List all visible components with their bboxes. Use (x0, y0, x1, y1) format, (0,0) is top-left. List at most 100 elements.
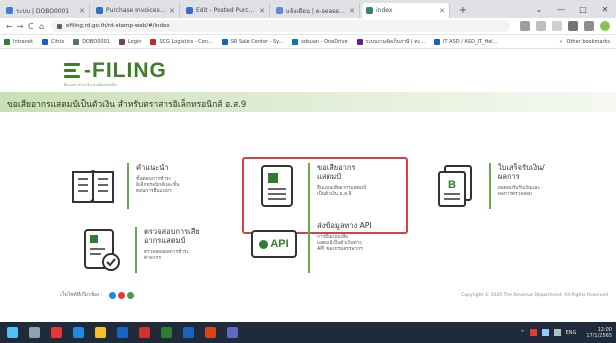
bookmark-icon (292, 38, 299, 45)
star-icon[interactable] (551, 21, 562, 31)
search-icon[interactable] (29, 327, 40, 338)
bookmark-item[interactable]: SCG Logistics - Cen... (150, 38, 213, 45)
browser-tab[interactable]: แจ้งเตือน | e-seaservice - ThaiS✕ (272, 3, 360, 18)
menu-text: ตรวจสอบการเสีย อากรแสตมป์ ตรวจสอบผลการชำ… (144, 227, 200, 273)
teams-icon[interactable] (227, 327, 238, 338)
address-bar: ← → C ⌂ efiling.rd.go.th/rd-stamp-web/#/… (0, 18, 616, 35)
browser-tab[interactable]: Edit - Posted Purchase Invo✕ (182, 3, 270, 18)
menu-title: ขอเสียอากร แสตมป์ (317, 163, 356, 181)
taskview-icon[interactable] (73, 327, 84, 338)
tab-close-icon[interactable]: ✕ (439, 7, 445, 15)
powerpoint-icon[interactable] (205, 327, 216, 338)
reload-button[interactable]: C (25, 22, 36, 31)
explorer-icon[interactable] (95, 327, 106, 338)
lock-icon[interactable] (56, 23, 62, 29)
language-indicator[interactable]: ENG (566, 330, 577, 336)
clipboard-check-icon (78, 227, 124, 273)
related-site-logo-icon[interactable] (126, 291, 134, 299)
menu-title: ใบเสร็จรับเงิน/ ผลการ (498, 163, 545, 181)
download-icon[interactable] (567, 21, 578, 31)
menu-title: ส่งข้อมูลทาง API (317, 221, 372, 230)
bookmark-label: SR Sale Center - Sy... (230, 38, 284, 45)
logo-text: -FILING (84, 59, 167, 82)
start-icon[interactable] (7, 327, 18, 338)
excel-icon[interactable] (161, 327, 172, 338)
bookmark-icon (118, 38, 125, 45)
svg-text:B: B (448, 179, 456, 191)
bookmark-icon (4, 38, 10, 45)
menu-item-api[interactable]: API ส่งข้อมูลทาง API การยื่นแบบเสีย แสตม… (248, 221, 371, 273)
minimize-button[interactable]: — (550, 0, 572, 18)
maximize-button[interactable]: □ (572, 0, 594, 18)
clock[interactable]: 12:00 17/1/2565 (581, 327, 612, 339)
home-button[interactable]: ⌂ (36, 22, 47, 31)
outlook-icon[interactable] (117, 327, 128, 338)
divider (308, 163, 310, 221)
translate-icon[interactable] (519, 21, 530, 31)
tab-close-icon[interactable]: ✕ (79, 7, 85, 15)
other-bookmarks[interactable]: Other bookmarks (567, 39, 610, 45)
tab-close-icon[interactable]: ✕ (349, 7, 355, 15)
receipt-icon: B (432, 163, 478, 209)
tray-app-icon[interactable] (529, 329, 537, 336)
menu-item-check-stamp-duty[interactable]: ตรวจสอบการเสีย อากรแสตมป์ ตรวจสอบผลการชำ… (78, 227, 200, 273)
forward-button[interactable]: → (15, 22, 26, 31)
bookmark-item[interactable]: Login (118, 38, 142, 45)
url-input[interactable]: efiling.rd.go.th/rd-stamp-web/#/index (50, 20, 510, 32)
tab-strip: ระบบ | DOBO0001✕Purchase Invoices - Dyna… (0, 0, 616, 18)
bookmark-label: Intranet (13, 38, 33, 45)
bookmark-item[interactable]: Intranet (4, 38, 33, 45)
page-title: ขอเสียอากรแสตมป์เป็นตัวเงิน สำหรับตราสาร… (7, 100, 247, 110)
bookmark-label: ระบบงานจัดเก็บภาษี | ทะ... (365, 38, 426, 45)
bookmark-item[interactable]: Citrix (41, 38, 64, 45)
bookmark-item[interactable]: IT ASD / ASD_IT_Hel... (434, 38, 498, 45)
tab-close-icon[interactable]: ✕ (169, 7, 175, 15)
menu-item-guide[interactable]: คำแนะนำ ขั้นตอนการชำระ อิเล็กทรอนิกส์และ… (70, 163, 179, 209)
browser-tab[interactable]: index ✕ (362, 3, 450, 18)
share-icon[interactable] (535, 21, 546, 31)
document-icon (254, 163, 300, 209)
chrome-icon[interactable] (51, 327, 62, 338)
tab-favicon-icon (186, 7, 193, 14)
new-tab-button[interactable]: + (456, 3, 470, 18)
bookmark-label: Login (127, 38, 142, 45)
menu-item-pay-stamp-duty[interactable]: ขอเสียอากร แสตมป์ ยื่นแบบเสียอากรแสตมป์ … (254, 163, 366, 221)
menu-text: ส่งข้อมูลทาง API การยื่นแบบเสีย แสตมป์เป… (317, 221, 371, 273)
extensions-icon[interactable] (583, 21, 594, 31)
bookmark-icon (41, 38, 48, 45)
volume-icon[interactable] (553, 329, 561, 336)
gear-icon (259, 239, 269, 249)
api-icon: API (248, 221, 300, 267)
menu-desc: ผลตอบรับรับเงินและ ผลการตรวจสอบ (498, 186, 540, 197)
divider (308, 221, 310, 273)
divider (135, 227, 137, 273)
profile-avatar-icon[interactable] (599, 21, 610, 31)
bookmark-item[interactable]: DOBO0001 (73, 38, 110, 45)
back-button[interactable]: ← (4, 22, 15, 31)
related-site-logo-icon[interactable] (117, 291, 125, 299)
bookmark-icon (150, 38, 157, 45)
bookmark-item[interactable]: ระบบงานจัดเก็บภาษี | ทะ... (356, 38, 426, 46)
tab-close-icon[interactable]: ✕ (259, 7, 265, 15)
bookmark-item[interactable]: SR Sale Center - Sy... (221, 38, 284, 45)
bookmark-label: IT ASD / ASD_IT_Hel... (443, 38, 498, 45)
tab-favicon-icon (366, 7, 373, 14)
page-banner: ขอเสียอากรแสตมป์เป็นตัวเงิน สำหรับตราสาร… (0, 92, 616, 112)
tray-overflow-icon[interactable]: ^ (520, 330, 524, 336)
network-icon[interactable] (541, 329, 549, 336)
related-site-logo-icon[interactable] (108, 291, 116, 299)
word-icon[interactable] (183, 327, 194, 338)
acrobat-icon[interactable] (139, 327, 150, 338)
bookmark-icon (356, 38, 363, 45)
efiling-logo[interactable]: -FILING ยื่นแบบฯ ชำระเงิน ทางอินเทอร์เน็… (64, 59, 167, 88)
tab-title: แจ้งเตือน | e-seaservice - ThaiS (286, 7, 347, 15)
divider (489, 163, 491, 209)
close-window-button[interactable]: ✕ (594, 0, 616, 18)
bookmarks-more-button[interactable]: » (559, 39, 562, 45)
menu-item-receipt[interactable]: B ใบเสร็จรับเงิน/ ผลการ ผลตอบรับรับเงินแ… (432, 163, 545, 209)
browser-tab[interactable]: Purchase Invoices - Dynami✕ (92, 3, 180, 18)
browser-tab[interactable]: ระบบ | DOBO0001 ✕ (2, 3, 90, 18)
bookmark-item[interactable]: sdsuan - OneDrive (292, 38, 348, 45)
tab-search-icon[interactable]: ⌄ (528, 0, 550, 18)
book-icon (70, 163, 116, 209)
